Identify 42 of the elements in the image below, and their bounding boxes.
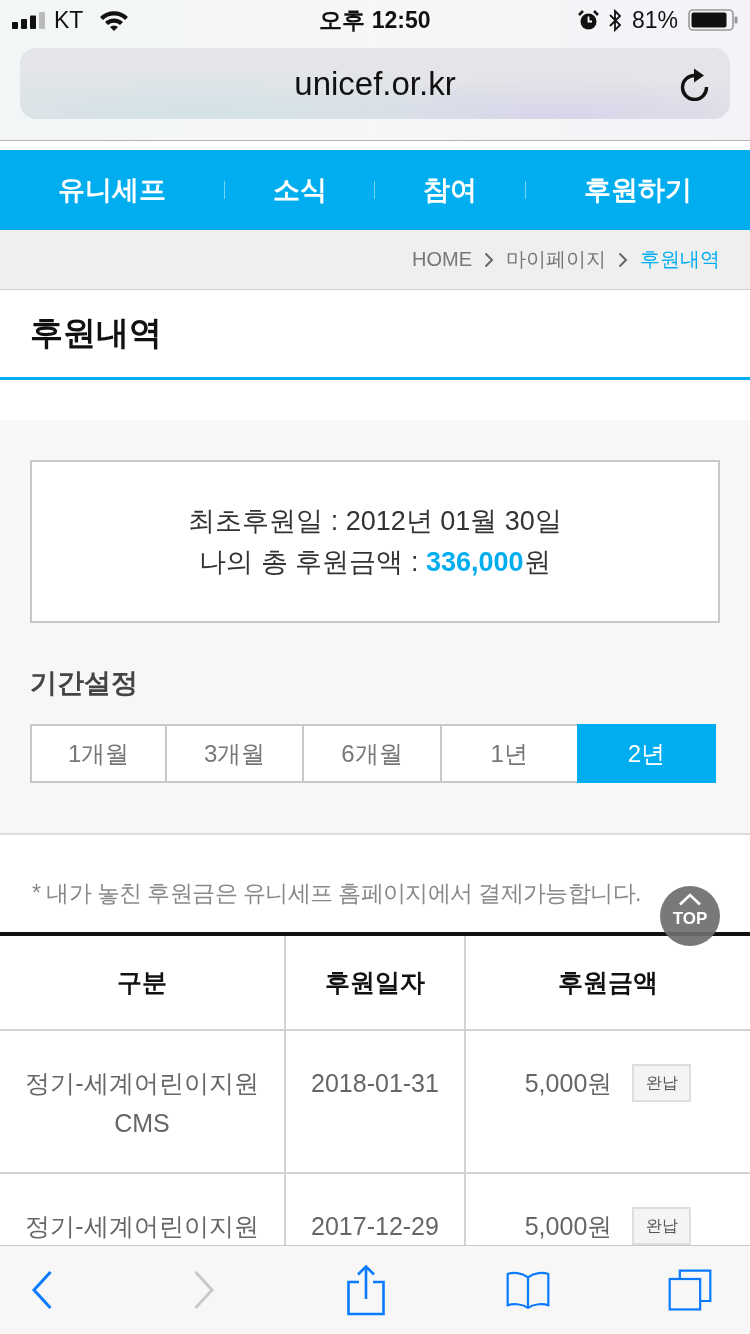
breadcrumb-link[interactable]: HOME <box>412 248 472 271</box>
alarm-clock-icon <box>577 9 599 31</box>
period-tab[interactable]: 2년 <box>576 724 716 783</box>
nav-link[interactable]: 참여 <box>423 172 478 208</box>
status-badge: 완납 <box>632 1064 692 1102</box>
wifi-icon <box>99 9 130 31</box>
nav-link[interactable]: 소식 <box>272 172 327 208</box>
chevron-right-icon <box>618 251 628 268</box>
period-heading: 기간설정 <box>30 667 138 700</box>
table-cell: 2018-01-31 <box>285 1030 465 1173</box>
share-button[interactable] <box>344 1264 388 1316</box>
url-text: unicef.or.kr <box>294 64 456 103</box>
address-field[interactable]: unicef.or.kr <box>20 48 730 119</box>
scroll-top-button[interactable]: TOP <box>660 886 720 946</box>
carrier-name: KT <box>54 6 84 34</box>
signal-bars-icon <box>12 11 46 29</box>
period-tab[interactable]: 6개월 <box>302 724 442 783</box>
nav-link[interactable]: 유니세프 <box>58 172 167 208</box>
period-tab[interactable]: 1개월 <box>30 724 168 783</box>
amount-text: 5,000원 <box>524 1211 613 1242</box>
notice-text: * 내가 놓친 후원금은 유니세프 홈페이지에서 결제가능합니다. <box>32 879 641 908</box>
chevron-right-icon <box>484 251 494 268</box>
breadcrumb-link[interactable]: 후원내역 <box>640 246 720 273</box>
column-header: 후원일자 <box>285 934 465 1030</box>
battery-percent: 81% <box>631 6 678 34</box>
status-badge: 완납 <box>632 1207 692 1245</box>
page-title: 후원내역 <box>30 313 162 353</box>
nav-link[interactable]: 후원하기 <box>583 172 692 208</box>
period-tab[interactable]: 3개월 <box>165 724 305 783</box>
first-donation-text: 최초후원일 : 2012년 01월 30일 <box>188 504 562 538</box>
bluetooth-icon <box>608 8 622 32</box>
total-amount-text: 나의 총 후원금액 : 336,000원 <box>199 545 551 579</box>
reload-icon <box>679 66 711 101</box>
column-header: 구분 <box>0 934 285 1030</box>
breadcrumb-link[interactable]: 마이페이지 <box>506 246 606 273</box>
clock-time: 오후 12:50 <box>319 6 431 34</box>
table-cell: 정기-세계어린이지원 CMS <box>0 1030 285 1173</box>
chevron-up-icon <box>678 893 702 906</box>
battery-icon <box>688 9 738 31</box>
amount-text: 5,000원 <box>524 1068 613 1099</box>
share-icon <box>346 1264 386 1316</box>
period-tab[interactable]: 1년 <box>439 724 579 783</box>
